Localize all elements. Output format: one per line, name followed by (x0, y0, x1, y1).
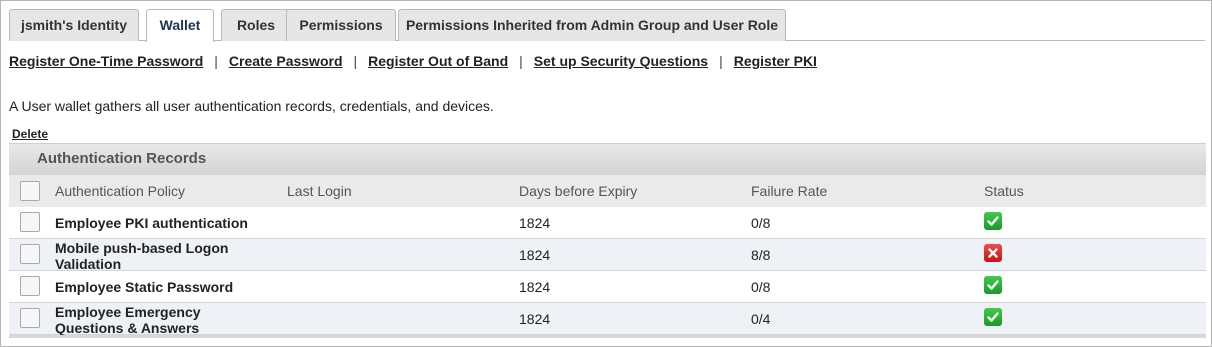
tab-inherited-permissions[interactable]: Permissions Inherited from Admin Group a… (398, 9, 786, 41)
records-header: Authentication Records (9, 143, 1206, 175)
policy-name[interactable]: Mobile push-based Logon Validation (55, 240, 255, 272)
policy-name[interactable]: Employee Static Password (55, 279, 233, 295)
column-header-days-before-expiry[interactable]: Days before Expiry (519, 183, 637, 199)
register-pki-link[interactable]: Register PKI (734, 53, 817, 69)
column-header-policy[interactable]: Authentication Policy (55, 183, 185, 199)
link-separator: | (519, 53, 523, 69)
status-ok-icon (984, 212, 1002, 230)
column-header-status[interactable]: Status (984, 183, 1024, 199)
delete-link[interactable]: Delete (12, 127, 48, 141)
register-out-of-band-link[interactable]: Register Out of Band (368, 53, 508, 69)
create-password-link[interactable]: Create Password (229, 53, 343, 69)
status-failed-icon (984, 244, 1002, 262)
status-ok-icon (984, 276, 1002, 294)
table-header-row: Authentication Policy Last Login Days be… (9, 175, 1206, 207)
status-ok-icon (984, 308, 1002, 326)
table-row[interactable]: Employee Static Password 1824 0/8 (9, 271, 1206, 303)
failure-rate: 0/8 (751, 215, 771, 231)
row-checkbox[interactable] (20, 212, 40, 232)
failure-rate: 0/8 (751, 279, 771, 295)
policy-name[interactable]: Employee PKI authentication (55, 215, 248, 231)
days-before-expiry: 1824 (519, 247, 551, 263)
days-before-expiry: 1824 (519, 311, 551, 327)
wallet-action-links: Register One-Time Password | Create Pass… (9, 51, 817, 71)
setup-security-questions-link[interactable]: Set up Security Questions (534, 53, 708, 69)
link-separator: | (214, 53, 218, 69)
wallet-panel: jsmith's Identity Wallet Roles Permissio… (0, 0, 1212, 347)
tab-bar: jsmith's Identity Wallet Roles Permissio… (9, 9, 1205, 42)
link-separator: | (719, 53, 723, 69)
column-header-failure-rate[interactable]: Failure Rate (751, 183, 827, 199)
row-checkbox[interactable] (20, 244, 40, 264)
tab-identity[interactable]: jsmith's Identity (9, 9, 139, 41)
failure-rate: 0/4 (751, 311, 771, 327)
table-row[interactable]: Employee Emergency Questions & Answers 1… (9, 303, 1206, 336)
tab-wallet[interactable]: Wallet (146, 9, 214, 42)
column-header-last-login[interactable]: Last Login (287, 183, 352, 199)
table-bottom-border (9, 335, 1206, 338)
days-before-expiry: 1824 (519, 215, 551, 231)
select-all-checkbox[interactable] (20, 181, 40, 201)
authentication-records-table: Authentication Records Authentication Po… (9, 143, 1206, 339)
row-checkbox[interactable] (20, 308, 40, 328)
wallet-description: A User wallet gathers all user authentic… (9, 98, 494, 114)
days-before-expiry: 1824 (519, 279, 551, 295)
tab-permissions[interactable]: Permissions (286, 9, 396, 41)
link-separator: | (353, 53, 358, 69)
table-row[interactable]: Mobile push-based Logon Validation 1824 … (9, 239, 1206, 272)
policy-name[interactable]: Employee Emergency Questions & Answers (55, 304, 255, 336)
register-otp-link[interactable]: Register One-Time Password (9, 53, 203, 69)
table-row[interactable]: Employee PKI authentication 1824 0/8 (9, 207, 1206, 239)
records-title: Authentication Records (37, 150, 207, 167)
row-checkbox[interactable] (20, 276, 40, 296)
tab-roles[interactable]: Roles (221, 9, 291, 41)
failure-rate: 8/8 (751, 247, 771, 263)
